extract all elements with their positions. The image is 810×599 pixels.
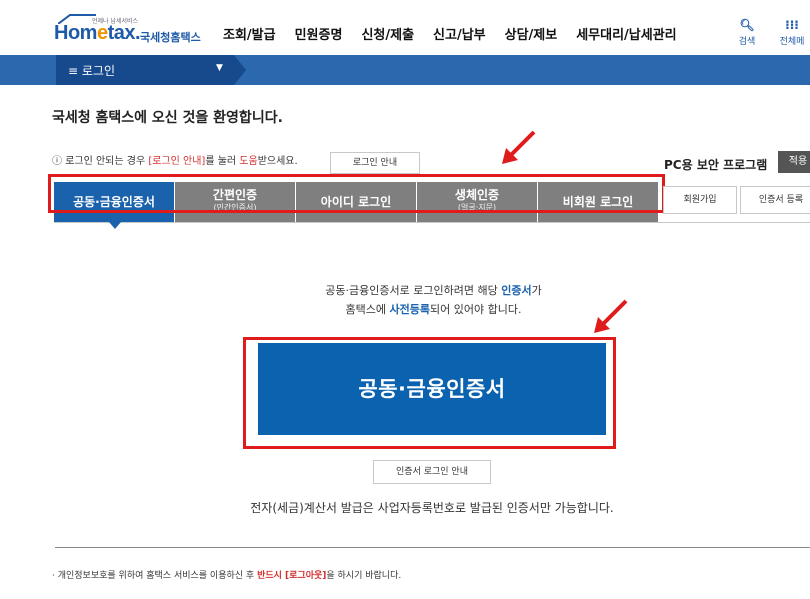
logo-wordmark: Hometax. [54,22,141,44]
info-icon: ⓘ [52,156,62,167]
cert-register-button[interactable]: 인증서 등록 [740,186,810,214]
cert-info-line-2: 홈택스에 사전등록되어 있어야 합니다. [345,303,522,316]
cert-info-line-1: 공동·금융인증서로 로그인하려면 해당 인증서가 [325,284,542,297]
login-help-notice: ⓘ 로그인 안되는 경우 [로그인 안내]를 눌러 도움받으세요. [52,156,298,167]
cert-login-guide-button[interactable]: 인증서 로그인 안내 [373,460,491,484]
login-guide-button[interactable]: 로그인 안내 [330,152,420,174]
all-menu-button[interactable]: ⁝⁝⁝ 전체메 [775,18,809,47]
main-nav: 조회/발급 민원증명 신청/제출 신고/납부 상담/제보 세무대리/납세관리 [223,24,696,44]
nav-item-consult[interactable]: 상담/제보 [505,24,558,44]
join-button[interactable]: 회원가입 [663,186,737,214]
security-install-button[interactable]: 적용 [778,151,810,173]
header: 언제나 납세서비스 Hometax. 국세청홈택스 조회/발급 민원증명 신청/… [0,0,810,55]
annotation-arrow-icon [594,299,628,333]
nav-item-apply[interactable]: 신청/제출 [361,24,414,44]
search-button[interactable]: 🔍︎ 검색 [730,18,764,47]
chevron-down-icon: ▼ [216,63,223,73]
pc-security-label: PC용 보안 프로그램 [664,158,768,172]
hometax-logo[interactable]: 언제나 납세서비스 Hometax. 국세청홈택스 [52,14,202,46]
grid-icon: ⁝⁝⁝ [785,18,799,32]
breadcrumb-label: ≡ 로그인 [68,64,115,78]
nav-item-lookup[interactable]: 조회/발급 [223,24,276,44]
location-bar: ≡ 로그인 ▼ [0,55,810,85]
tabs-highlight-box [48,174,665,213]
breadcrumb[interactable]: ≡ 로그인 ▼ [56,55,246,85]
main-button-highlight-box [243,337,616,449]
nav-item-report-pay[interactable]: 신고/납부 [433,24,486,44]
divider [55,547,810,548]
privacy-notice: · 개인정보보호를 위하여 홈택스 서비스를 이용하신 후 반드시 [로그아웃]… [52,571,402,581]
nav-item-certificate[interactable]: 민원증명 [295,24,343,44]
nav-item-agent[interactable]: 세무대리/납세관리 [576,24,676,44]
search-icon: 🔍︎ [739,18,755,32]
annotation-arrow-icon [502,130,536,164]
logo-korean: 국세청홈택스 [140,31,201,44]
tax-invoice-note: 전자(세금)계산서 발급은 사업자등록번호로 발급된 인증서만 가능합니다. [250,501,614,515]
page-title: 국세청 홈택스에 오신 것을 환영합니다. [52,110,283,126]
